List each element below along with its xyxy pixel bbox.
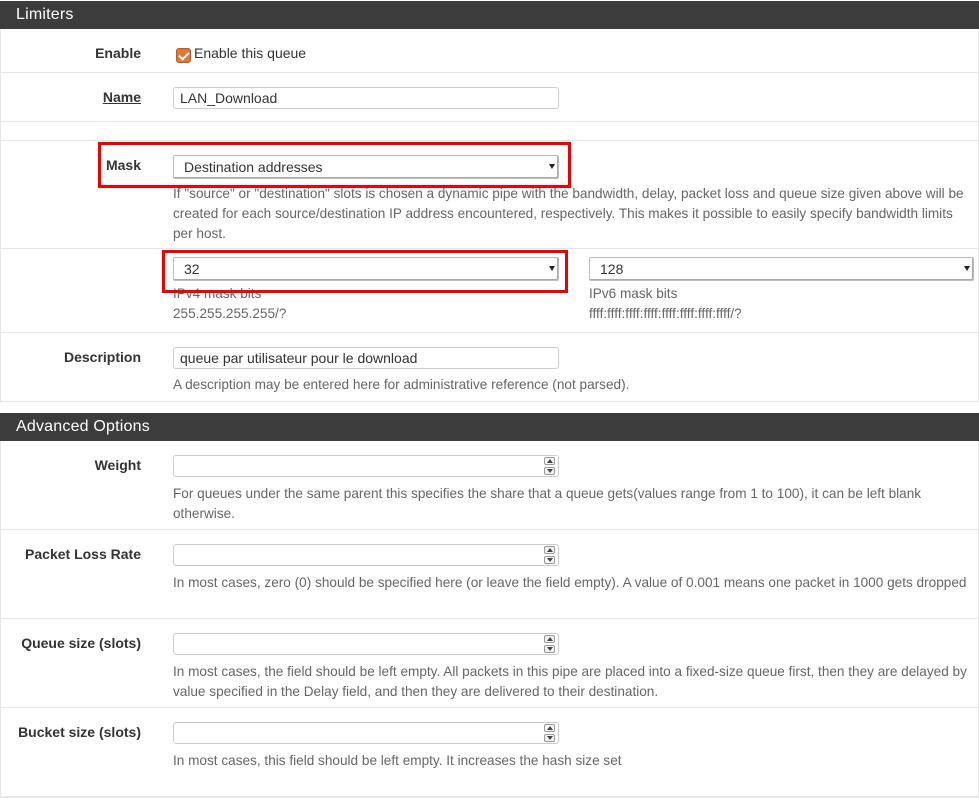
- weight-label: Weight: [94, 457, 141, 473]
- ipv6-mask-value: 128: [600, 261, 624, 277]
- ipv6-mask-select[interactable]: 128: [589, 257, 974, 281]
- ipv4-mask-label: IPv4 mask bits: [173, 286, 262, 301]
- ipv4-mask-select[interactable]: 32: [173, 257, 559, 281]
- increment-icon[interactable]: [544, 724, 555, 732]
- name-row: Name LAN_Download: [1, 73, 978, 122]
- mask-row: Mask Destination addresses If "source" o…: [1, 141, 978, 249]
- enable-row: Enable Enable this queue: [1, 29, 978, 73]
- increment-icon[interactable]: [544, 546, 555, 554]
- queue-size-row: Queue size (slots) In most cases, the fi…: [1, 619, 978, 708]
- ipv4-mask-value: 32: [184, 261, 200, 277]
- spacer-row: [1, 122, 978, 141]
- packet-loss-help: In most cases, zero (0) should be specif…: [173, 575, 967, 590]
- packet-loss-row: Packet Loss Rate In most cases, zero (0)…: [1, 530, 978, 619]
- packet-loss-label: Packet Loss Rate: [25, 546, 141, 562]
- ipv6-mask-hint: ffff:ffff:ffff:ffff:ffff:ffff:ffff:ffff/…: [589, 306, 742, 321]
- increment-icon[interactable]: [544, 457, 555, 465]
- ipv4-mask-hint: 255.255.255.255/?: [173, 306, 287, 321]
- decrement-icon[interactable]: [544, 645, 555, 653]
- limiters-panel: Enable Enable this queue Name LAN_Downlo…: [0, 29, 979, 402]
- bucket-size-spinner[interactable]: [544, 724, 555, 742]
- weight-row: Weight For queues under the same parent …: [1, 441, 978, 530]
- weight-spinner[interactable]: [544, 457, 555, 475]
- queue-size-spinner[interactable]: [544, 635, 555, 653]
- advanced-options-panel: Weight For queues under the same parent …: [0, 441, 979, 798]
- name-label: Name: [102, 89, 141, 105]
- weight-help: For queues under the same parent this sp…: [173, 486, 922, 521]
- decrement-icon[interactable]: [544, 734, 555, 742]
- queue-size-help: In most cases, the field should be left …: [173, 664, 967, 699]
- chevron-down-icon: [964, 266, 970, 271]
- name-input[interactable]: LAN_Download: [173, 87, 559, 109]
- bucket-size-input[interactable]: [173, 722, 559, 744]
- description-row: Description queue par utilisateur pour l…: [1, 333, 978, 401]
- advanced-options-heading: Advanced Options: [0, 413, 979, 441]
- ipv6-mask-label: IPv6 mask bits: [589, 286, 678, 301]
- weight-input[interactable]: [173, 455, 559, 477]
- packet-loss-input[interactable]: [173, 544, 559, 566]
- enable-checkbox-label[interactable]: Enable this queue: [194, 45, 306, 61]
- mask-bits-row: 32 IPv4 mask bits 255.255.255.255/? 128 …: [1, 249, 978, 333]
- bucket-size-label: Bucket size (slots): [18, 724, 141, 740]
- decrement-icon[interactable]: [544, 467, 555, 475]
- limiters-heading: Limiters: [0, 1, 979, 29]
- enable-label: Enable: [95, 45, 141, 61]
- queue-size-label: Queue size (slots): [21, 635, 141, 651]
- packet-loss-spinner[interactable]: [544, 546, 555, 564]
- mask-select[interactable]: Destination addresses: [173, 155, 559, 179]
- enable-checkbox[interactable]: [176, 48, 191, 63]
- decrement-icon[interactable]: [544, 556, 555, 564]
- queue-size-input[interactable]: [173, 633, 559, 655]
- bucket-size-help: In most cases, this field should be left…: [173, 753, 622, 768]
- description-help: A description may be entered here for ad…: [173, 377, 630, 392]
- description-label: Description: [63, 349, 141, 365]
- chevron-down-icon: [549, 164, 555, 169]
- chevron-down-icon: [549, 266, 555, 271]
- mask-label: Mask: [105, 157, 141, 173]
- increment-icon[interactable]: [544, 635, 555, 643]
- mask-help: If "source" or "destination" slots is ch…: [173, 186, 964, 241]
- description-input[interactable]: queue par utilisateur pour le download: [173, 347, 559, 369]
- bucket-size-row: Bucket size (slots) In most cases, this …: [1, 708, 978, 797]
- mask-select-value: Destination addresses: [184, 159, 323, 175]
